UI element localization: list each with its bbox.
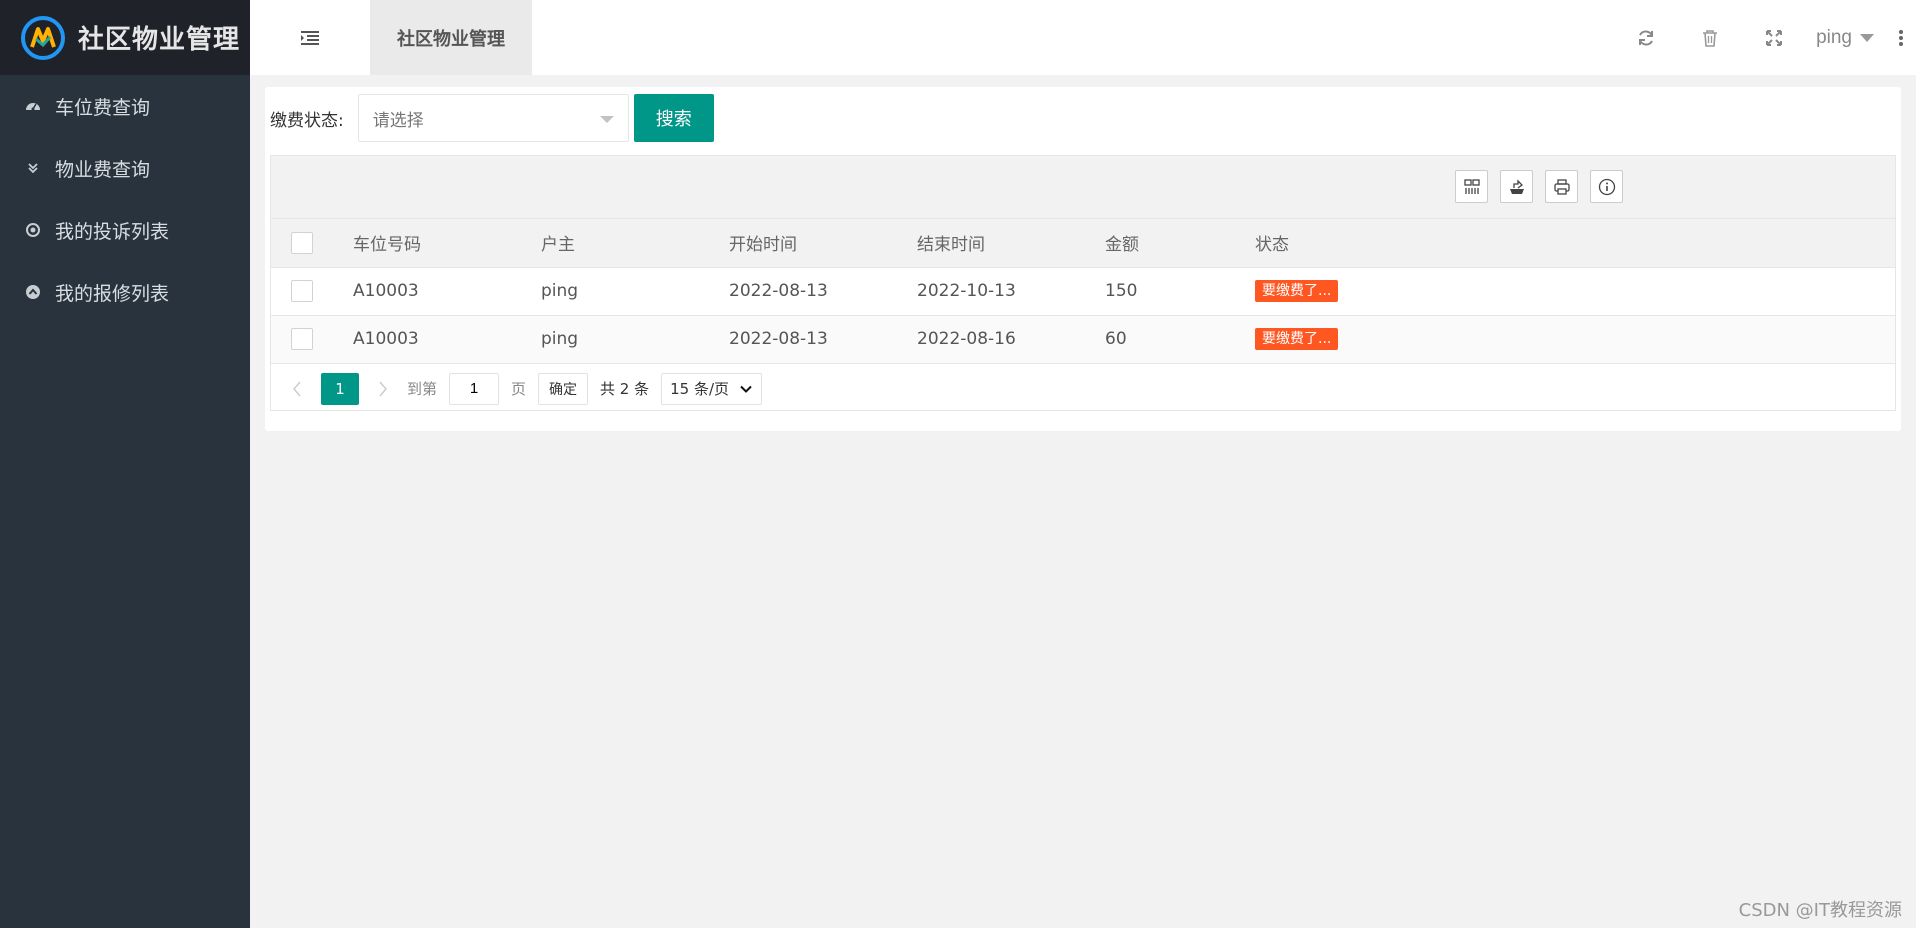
info-button[interactable] <box>1590 170 1623 203</box>
user-menu[interactable]: ping <box>1806 0 1886 75</box>
parking-space-cell: A10003 <box>353 281 419 301</box>
amount-cell: 60 <box>1105 329 1127 350</box>
select-placeholder: 请选择 <box>372 110 424 131</box>
chevron-left-icon <box>293 381 301 396</box>
export-icon <box>1509 178 1524 194</box>
fullscreen-button[interactable] <box>1742 0 1806 75</box>
page-unit-label: 页 <box>511 380 527 398</box>
start-date-cell: 2022-08-13 <box>729 329 828 350</box>
tab-home[interactable]: 社区物业管理 <box>370 0 532 75</box>
sidebar-item-complaints[interactable]: 我的投诉列表 <box>0 199 250 261</box>
status-badge: 要缴费了... <box>1255 280 1339 302</box>
select-all-checkbox[interactable] <box>291 231 313 254</box>
sidebar-item-parking-fee[interactable]: 车位费查询 <box>0 75 250 137</box>
watermark: CSDN @IT教程资源 <box>1738 900 1902 921</box>
menu-toggle-button[interactable] <box>250 0 370 75</box>
trash-icon <box>1703 29 1718 47</box>
circle-up-icon <box>25 284 41 300</box>
sidebar-item-property-fee[interactable]: 物业费查询 <box>0 137 250 199</box>
double-chevron-down-icon <box>25 160 41 176</box>
column-header[interactable]: 户主 <box>541 219 729 267</box>
table-toolbar <box>271 156 1895 219</box>
payment-status-select[interactable]: 请选择 <box>357 94 629 142</box>
page-size-select[interactable]: 15 条/页 <box>661 372 763 405</box>
table-row[interactable]: A10003 ping 2022-08-13 2022-08-16 60 要缴费… <box>271 315 1895 363</box>
info-icon <box>1598 178 1615 195</box>
app-logo-icon <box>21 15 65 60</box>
pagination: 1 到第 页 确定 共 2 条 15 条/页 <box>271 363 1895 413</box>
data-table: 车位号码 户主 开始时间 结束时间 金额 状态 A10003 ping 2022… <box>270 155 1896 411</box>
table-row[interactable]: A10003 ping 2022-08-13 2022-10-13 150 要缴… <box>271 267 1895 315</box>
fullscreen-icon <box>1766 29 1783 46</box>
search-form: 缴费状态: 请选择 搜索 <box>270 94 714 142</box>
indent-icon <box>301 30 319 45</box>
column-header[interactable]: 车位号码 <box>353 219 541 267</box>
sidebar: 社区物业管理 车位费查询 物业费查询 我的投诉列表 我的报修列表 <box>0 0 250 928</box>
end-date-cell: 2022-08-16 <box>917 329 1016 350</box>
current-page[interactable]: 1 <box>321 372 359 405</box>
dashboard-icon <box>25 98 41 114</box>
search-button[interactable]: 搜索 <box>633 94 714 142</box>
chevron-right-icon <box>379 381 387 396</box>
goto-label: 到第 <box>407 380 438 398</box>
column-header[interactable]: 状态 <box>1255 219 1895 267</box>
next-page-button[interactable] <box>371 373 395 405</box>
top-header: 社区物业管理 ping <box>250 0 1916 75</box>
circle-dot-icon <box>25 222 41 238</box>
refresh-button[interactable] <box>1614 0 1678 75</box>
export-button[interactable] <box>1500 170 1533 203</box>
goto-page-input[interactable] <box>449 372 500 405</box>
page-size-value: 15 条/页 <box>670 380 730 398</box>
owner-cell: ping <box>541 281 579 301</box>
column-header[interactable]: 金额 <box>1105 219 1255 267</box>
confirm-page-button[interactable]: 确定 <box>538 372 589 405</box>
logo-bar: 社区物业管理 <box>0 0 250 75</box>
amount-cell: 150 <box>1105 281 1138 301</box>
total-count: 共 2 条 <box>600 380 650 398</box>
column-header[interactable]: 结束时间 <box>917 219 1105 267</box>
chevron-down-icon <box>740 385 752 393</box>
start-date-cell: 2022-08-13 <box>729 281 828 301</box>
select-arrow-icon <box>599 116 614 123</box>
sidebar-item-label: 物业费查询 <box>55 158 151 181</box>
payment-status-label: 缴费状态: <box>270 110 344 131</box>
caret-down-icon <box>1860 33 1874 42</box>
end-date-cell: 2022-10-13 <box>917 281 1016 301</box>
username: ping <box>1816 26 1852 48</box>
column-header[interactable]: 开始时间 <box>729 219 917 267</box>
table-header-row: 车位号码 户主 开始时间 结束时间 金额 状态 <box>271 219 1895 267</box>
owner-cell: ping <box>541 329 579 350</box>
more-button[interactable] <box>1886 0 1916 75</box>
parking-space-cell: A10003 <box>353 329 419 350</box>
print-icon <box>1553 178 1570 195</box>
row-checkbox[interactable] <box>291 280 313 302</box>
sidebar-item-label: 我的报修列表 <box>55 282 170 305</box>
more-vertical-icon <box>1899 29 1903 46</box>
fee-table: 车位号码 户主 开始时间 结束时间 金额 状态 A10003 ping 2022… <box>271 219 1895 363</box>
refresh-icon <box>1639 29 1654 46</box>
columns-filter-button[interactable] <box>1455 170 1488 203</box>
content-panel: 缴费状态: 请选择 搜索 车位号码 户主 开始时间 结束时间 金额 状态 A10… <box>265 87 1901 431</box>
row-checkbox[interactable] <box>291 328 313 351</box>
status-badge: 要缴费了... <box>1255 328 1339 351</box>
clear-cache-button[interactable] <box>1678 0 1742 75</box>
print-button[interactable] <box>1545 170 1578 203</box>
sidebar-item-label: 车位费查询 <box>55 96 151 119</box>
prev-page-button[interactable] <box>285 373 309 405</box>
sidebar-item-repairs[interactable]: 我的报修列表 <box>0 261 250 323</box>
app-title: 社区物业管理 <box>78 25 241 55</box>
sidebar-item-label: 我的投诉列表 <box>55 220 170 243</box>
header-actions: ping <box>1614 0 1916 75</box>
columns-icon <box>1463 178 1480 194</box>
